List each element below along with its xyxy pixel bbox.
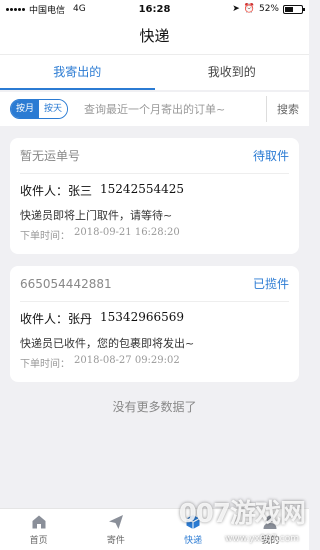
- by-month-button[interactable]: 按月: [11, 100, 40, 118]
- tab-received[interactable]: 我收到的: [155, 55, 310, 90]
- order-card[interactable]: 暂无运单号 待取件 收件人： 张三 15242554425 快递员即将上门取件，…: [10, 138, 299, 254]
- recipient-label: 收件人：: [20, 312, 69, 326]
- recipient-line: 收件人： 张三 15242554425: [20, 182, 289, 199]
- order-time: 下单时间： 2018-09-21 16:28:20: [20, 227, 289, 242]
- tabbar-send-label: 寄件: [106, 535, 125, 546]
- divider: [266, 96, 267, 122]
- order-card-header: 暂无运单号 待取件: [20, 138, 289, 174]
- no-more-data: 没有更多数据了: [112, 400, 197, 414]
- recipient-name: 张三: [68, 184, 93, 198]
- recipient-name: 张丹: [68, 312, 93, 326]
- recipient-phone: 15242554425: [100, 182, 185, 196]
- tabbar-express-label: 快递: [184, 535, 203, 546]
- order-card-body: 收件人： 张三 15242554425 快递员即将上门取件，请等待~ 下单时间：…: [20, 174, 289, 254]
- tabbar-home-label: 首页: [29, 535, 48, 546]
- search-input[interactable]: 查询最近一个月寄出的订单~: [84, 101, 256, 117]
- battery-icon: [283, 4, 305, 14]
- order-time-label: 下单时间：: [20, 359, 70, 370]
- search-button[interactable]: 搜索: [277, 101, 299, 117]
- watermark-url: www.yx007.com: [224, 534, 299, 544]
- order-card-body: 收件人： 张丹 15342966569 快递员已收件，您的包裹即将发出~ 下单时…: [20, 302, 289, 382]
- watermark: 007游戏网: [178, 499, 306, 529]
- status-time: 16:28: [138, 3, 171, 15]
- period-toggle: 按月 按天: [10, 99, 69, 119]
- home-icon: [32, 515, 46, 528]
- status-bar: 中国电信 4G 16:28 ➤ ⏰ 52%: [0, 0, 309, 18]
- order-card-header: 665054442881 已揽件: [20, 266, 289, 302]
- order-status: 待取件: [252, 149, 289, 163]
- order-card[interactable]: 665054442881 已揽件 收件人： 张丹 15342966569 快递员…: [10, 266, 299, 382]
- order-number: 665054442881: [20, 276, 112, 291]
- order-time: 下单时间： 2018-08-27 09:29:02: [20, 355, 289, 370]
- tab-sent[interactable]: 我寄出的: [0, 55, 155, 90]
- tabbar-send[interactable]: 寄件: [77, 509, 154, 550]
- recipient-label: 收件人：: [20, 184, 69, 198]
- tab-bar-top: 我寄出的 我收到的: [0, 54, 309, 90]
- order-time-value: 2018-09-21 16:28:20: [74, 227, 180, 238]
- tabbar-home[interactable]: 首页: [0, 509, 77, 550]
- page-title: 快递: [0, 18, 309, 54]
- recipient-phone: 15342966569: [100, 310, 185, 324]
- recipient-line: 收件人： 张丹 15342966569: [20, 310, 289, 327]
- order-message: 快递员即将上门取件，请等待~: [20, 209, 173, 222]
- order-number: 暂无运单号: [20, 149, 81, 163]
- order-time-value: 2018-08-27 09:29:02: [74, 355, 180, 366]
- order-status: 已揽件: [252, 277, 289, 291]
- search-row: 按月 按天 查询最近一个月寄出的订单~ 搜索: [0, 92, 309, 126]
- by-day-button[interactable]: 按天: [39, 100, 68, 118]
- send-icon: [108, 514, 123, 529]
- order-message: 快递员已收件，您的包裹即将发出~: [20, 337, 195, 350]
- order-time-label: 下单时间：: [20, 231, 70, 242]
